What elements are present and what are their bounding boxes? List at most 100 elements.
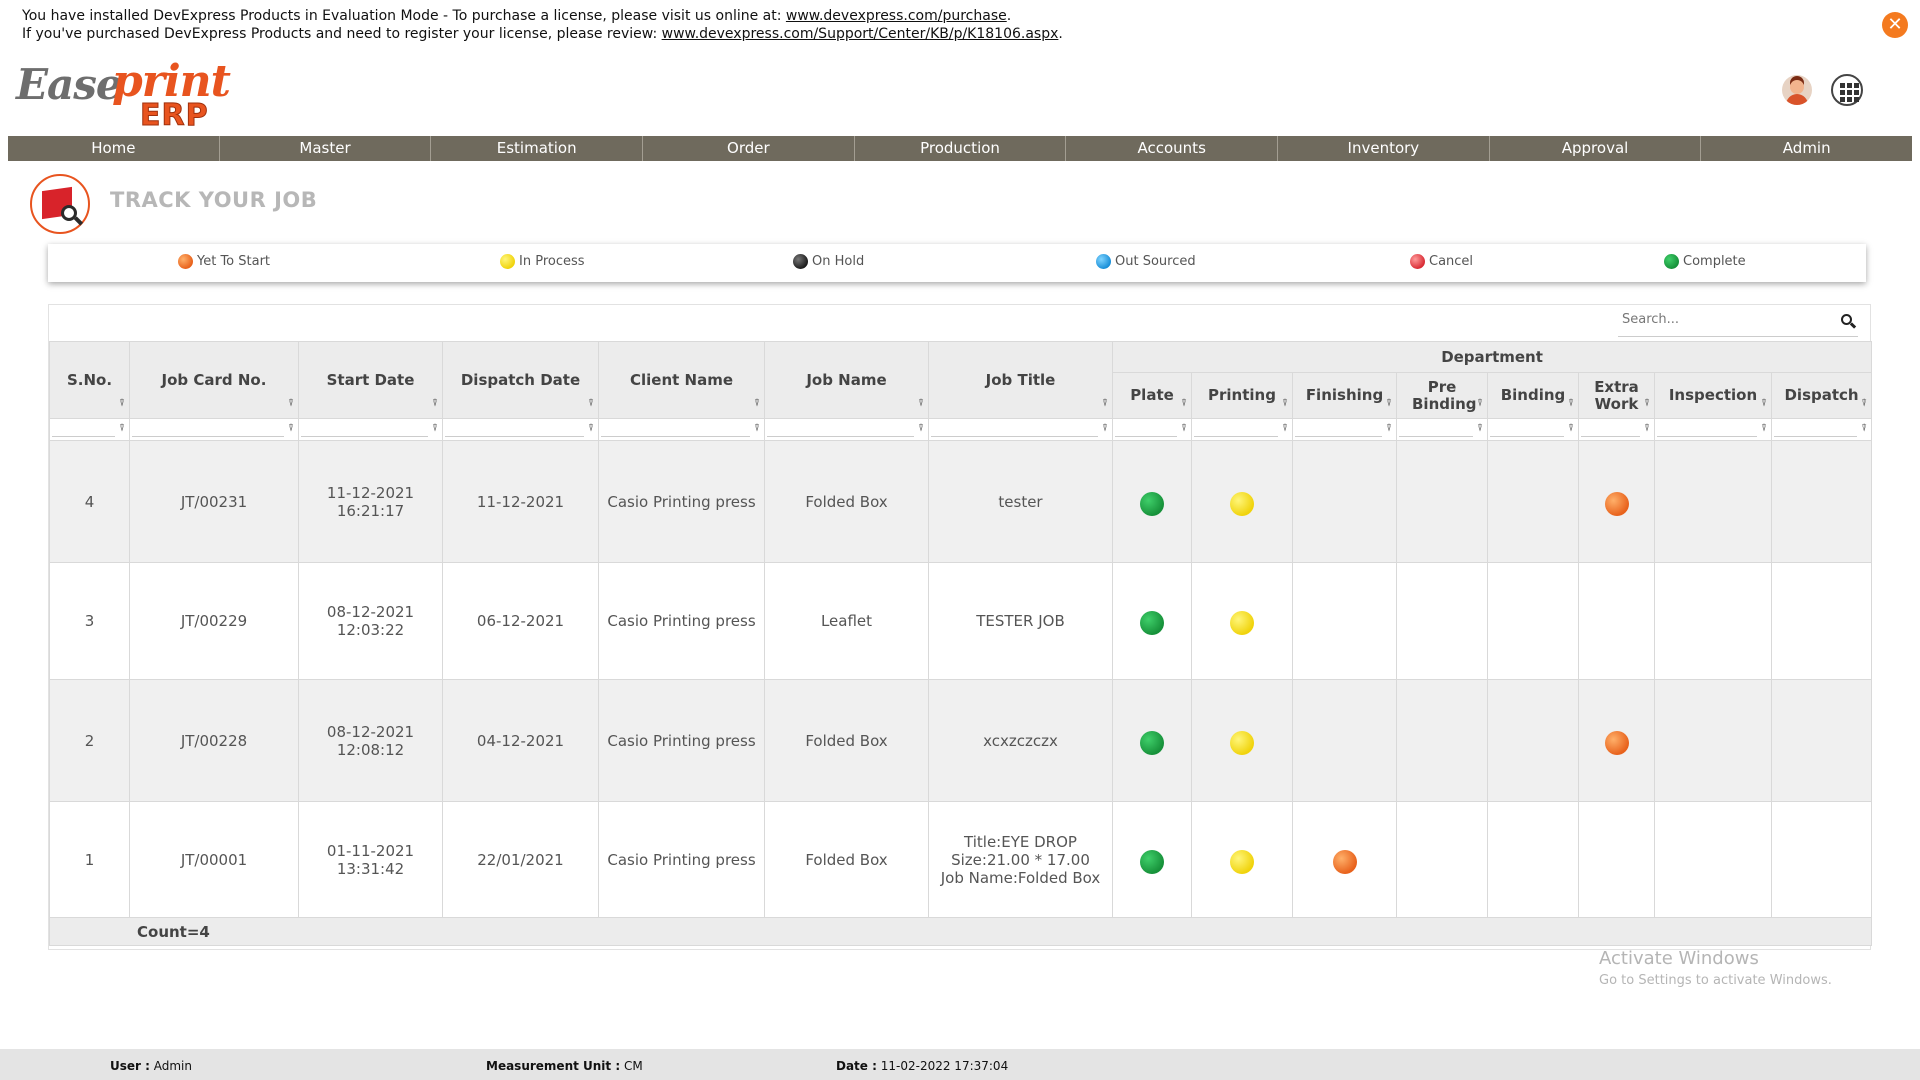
filter-cell[interactable]: ⍒ xyxy=(1654,418,1772,441)
filter-icon[interactable]: ⍒ xyxy=(1861,395,1867,412)
col-client-name[interactable]: Client Name ⍒ xyxy=(598,341,765,419)
nav-item-estimation[interactable]: Estimation xyxy=(431,136,644,161)
filter-input[interactable] xyxy=(1657,427,1757,437)
nav-item-master[interactable]: Master xyxy=(220,136,432,161)
filter-cell[interactable]: ⍒ xyxy=(49,418,130,441)
filter-cell[interactable]: ⍒ xyxy=(1112,418,1192,441)
filter-cell[interactable]: ⍒ xyxy=(1292,418,1397,441)
filter-icon[interactable]: ⍒ xyxy=(1102,395,1108,412)
col-dispatch-date[interactable]: Dispatch Date ⍒ xyxy=(442,341,599,419)
filter-icon[interactable]: ⍒ xyxy=(119,395,125,412)
filter-icon[interactable]: ⍒ xyxy=(1761,395,1767,412)
col-printing[interactable]: Printing ⍒ xyxy=(1191,372,1293,419)
filter-icon[interactable]: ⍒ xyxy=(1477,423,1483,434)
filter-icon[interactable]: ⍒ xyxy=(588,395,594,412)
filter-input[interactable] xyxy=(1581,427,1640,437)
col-job-title[interactable]: Job Title ⍒ xyxy=(928,341,1113,419)
nav-item-order[interactable]: Order xyxy=(643,136,855,161)
col-binding[interactable]: Binding ⍒ xyxy=(1487,372,1579,419)
col-inspection[interactable]: Inspection ⍒ xyxy=(1654,372,1772,419)
nav-item-inventory[interactable]: Inventory xyxy=(1278,136,1490,161)
col-pre-binding[interactable]: Pre Binding ⍒ xyxy=(1396,372,1488,419)
register-link[interactable]: www.devexpress.com/Support/Center/KB/p/K… xyxy=(662,26,1059,42)
col-job-name[interactable]: Job Name ⍒ xyxy=(764,341,929,419)
search-input[interactable] xyxy=(1618,305,1848,333)
filter-input[interactable] xyxy=(1774,427,1858,437)
col-sno[interactable]: S.No. ⍒ xyxy=(49,341,130,419)
col-plate[interactable]: Plate ⍒ xyxy=(1112,372,1192,419)
filter-icon[interactable]: ⍒ xyxy=(1386,423,1392,434)
cell-dept-status xyxy=(1487,679,1579,802)
filter-icon[interactable]: ⍒ xyxy=(1282,423,1288,434)
filter-input[interactable] xyxy=(301,427,428,437)
filter-icon[interactable]: ⍒ xyxy=(1644,395,1650,412)
filter-cell[interactable]: ⍒ xyxy=(298,418,443,441)
table-row[interactable]: 2 JT/00228 08-12-2021 12:08:12 04-12-2021 Cas… xyxy=(49,679,1873,802)
filter-input[interactable] xyxy=(445,427,584,437)
nav-item-approval[interactable]: Approval xyxy=(1490,136,1702,161)
nav-item-home[interactable]: Home xyxy=(8,136,220,161)
col-finishing[interactable]: Finishing ⍒ xyxy=(1292,372,1397,419)
table-row[interactable]: 4 JT/00231 11-12-2021 16:21:17 11-12-2021 Cas… xyxy=(49,440,1873,563)
user-avatar-icon[interactable] xyxy=(1782,75,1812,105)
nav-item-production[interactable]: Production xyxy=(855,136,1067,161)
filter-input[interactable] xyxy=(767,427,914,437)
filter-icon[interactable]: ⍒ xyxy=(1761,423,1767,434)
filter-icon[interactable]: ⍒ xyxy=(918,423,924,434)
filter-icon[interactable]: ⍒ xyxy=(1181,423,1187,434)
filter-cell[interactable]: ⍒ xyxy=(928,418,1113,441)
apps-dot xyxy=(1847,97,1852,102)
filter-icon[interactable]: ⍒ xyxy=(1386,395,1392,412)
filter-icon[interactable]: ⍒ xyxy=(588,423,594,434)
filter-icon[interactable]: ⍒ xyxy=(1102,423,1108,434)
filter-input[interactable] xyxy=(1399,427,1473,437)
filter-input[interactable] xyxy=(601,427,750,437)
filter-input[interactable] xyxy=(1194,427,1278,437)
filter-input[interactable] xyxy=(1490,427,1564,437)
filter-icon[interactable]: ⍒ xyxy=(1568,395,1574,412)
filter-icon[interactable]: ⍒ xyxy=(1568,423,1574,434)
table-row[interactable]: 3 JT/00229 08-12-2021 12:03:22 06-12-2021 Cas… xyxy=(49,562,1873,680)
col-start-date[interactable]: Start Date ⍒ xyxy=(298,341,443,419)
filter-icon[interactable]: ⍒ xyxy=(1861,423,1867,434)
filter-cell[interactable]: ⍒ xyxy=(1487,418,1579,441)
close-icon[interactable]: ✕ xyxy=(1882,12,1908,38)
filter-cell[interactable]: ⍒ xyxy=(598,418,765,441)
filter-cell[interactable]: ⍒ xyxy=(1396,418,1488,441)
filter-input[interactable] xyxy=(1295,427,1382,437)
filter-icon[interactable]: ⍒ xyxy=(918,395,924,412)
table-row[interactable]: 1 JT/00001 01-11-2021 13:31:42 22/01/2021 Cas… xyxy=(49,801,1873,918)
filter-icon[interactable]: ⍒ xyxy=(1181,395,1187,412)
filter-row: ⍒ ⍒ ⍒ ⍒ ⍒ ⍒ ⍒ ⍒ ⍒ ⍒ ⍒ ⍒ ⍒ ⍒ ⍒ xyxy=(49,418,1873,441)
filter-icon[interactable]: ⍒ xyxy=(1282,395,1288,412)
nav-item-accounts[interactable]: Accounts xyxy=(1066,136,1279,161)
filter-icon[interactable]: ⍒ xyxy=(288,423,294,434)
filter-input[interactable] xyxy=(52,427,115,437)
col-extra-work[interactable]: Extra Work ⍒ xyxy=(1578,372,1655,419)
filter-icon[interactable]: ⍒ xyxy=(288,395,294,412)
filter-input[interactable] xyxy=(132,427,284,437)
filter-icon[interactable]: ⍒ xyxy=(1644,423,1650,434)
filter-cell[interactable]: ⍒ xyxy=(1191,418,1293,441)
filter-icon[interactable]: ⍒ xyxy=(119,423,125,434)
easeprint-logo[interactable]: Ease print ERP xyxy=(16,56,236,134)
filter-icon[interactable]: ⍒ xyxy=(754,423,760,434)
filter-icon[interactable]: ⍒ xyxy=(1477,395,1483,412)
apps-grid-icon[interactable] xyxy=(1831,74,1863,106)
search-icon[interactable] xyxy=(1841,314,1852,325)
filter-cell[interactable]: ⍒ xyxy=(1770,418,1873,441)
col-job-card[interactable]: Job Card No. ⍒ xyxy=(129,341,299,419)
nav-item-admin[interactable]: Admin xyxy=(1701,136,1912,161)
filter-cell[interactable]: ⍒ xyxy=(129,418,299,441)
filter-icon[interactable]: ⍒ xyxy=(432,423,438,434)
filter-icon[interactable]: ⍒ xyxy=(432,395,438,412)
filter-cell[interactable]: ⍒ xyxy=(1578,418,1655,441)
filter-input[interactable] xyxy=(931,427,1098,437)
filter-input[interactable] xyxy=(1115,427,1177,437)
filter-icon[interactable]: ⍒ xyxy=(754,395,760,412)
purchase-link[interactable]: www.devexpress.com/purchase xyxy=(786,8,1007,24)
cell-client-name: Casio Printing press xyxy=(598,440,765,563)
filter-cell[interactable]: ⍒ xyxy=(442,418,599,441)
filter-cell[interactable]: ⍒ xyxy=(764,418,929,441)
col-dispatch[interactable]: Dispatch ⍒ xyxy=(1770,372,1873,419)
